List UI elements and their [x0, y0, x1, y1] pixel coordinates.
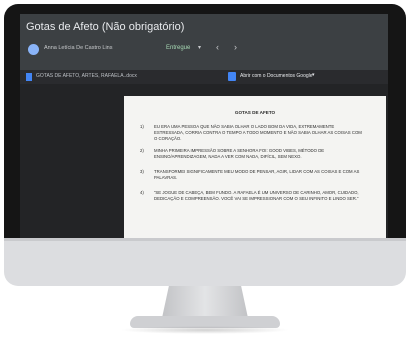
open-with-chevron-icon[interactable]: ▾ — [312, 72, 315, 78]
list-item-number: 3) — [140, 169, 144, 174]
list-item-text: “SE JOGUE DE CABEÇA, BEM FUNDO. A RAFAEL… — [154, 190, 359, 201]
screen: Gotas de Afeto (Não obrigatório) Anna Le… — [20, 14, 388, 240]
avatar — [28, 44, 39, 55]
monitor-bezel: Gotas de Afeto (Não obrigatório) Anna Le… — [4, 4, 406, 262]
next-student-button[interactable]: › — [234, 42, 237, 52]
list-item-number: 4) — [140, 190, 144, 195]
stand-shadow — [120, 326, 290, 334]
list-item: 2) MINHA PRIMEIRA IMPRESSÃO SOBRE A SENH… — [140, 148, 364, 160]
document-viewer: GOTAS DE AFETO 1) EU ERA UMA PESSOA QUE … — [20, 84, 388, 240]
list-item: 1) EU ERA UMA PESSOA QUE NÃO SABIA OLHAR… — [140, 124, 364, 142]
word-file-icon — [26, 73, 32, 81]
list-item-text: MINHA PRIMEIRA IMPRESSÃO SOBRE A SENHORA… — [154, 148, 325, 159]
chevron-down-icon[interactable]: ▾ — [198, 44, 201, 51]
monitor-chin — [4, 238, 406, 286]
list-item: 4) “SE JOGUE DE CABEÇA, BEM FUNDO. A RAF… — [140, 190, 364, 202]
google-docs-icon[interactable] — [228, 72, 236, 81]
list-item-number: 2) — [140, 148, 144, 153]
status-label: Entregue — [166, 45, 191, 51]
assignment-title: Gotas de Afeto (Não obrigatório) — [26, 21, 185, 33]
monitor-stand-neck — [162, 286, 248, 318]
list-item-text: EU ERA UMA PESSOA QUE NÃO SABIA OLHAR O … — [154, 124, 362, 141]
open-with-docs-button[interactable]: Abrir com o Documentos Google — [240, 73, 313, 79]
classroom-header: Gotas de Afeto (Não obrigatório) Anna Le… — [20, 14, 388, 70]
list-item-number: 1) — [140, 124, 144, 129]
file-name[interactable]: GOTAS DE AFETO, ARTES, RAFAELA..docx — [36, 73, 137, 79]
list-item-text: TRANSFORMEI SIGNIFICAMENTE MEU MODO DE P… — [154, 169, 360, 180]
file-bar: GOTAS DE AFETO, ARTES, RAFAELA..docx Abr… — [20, 70, 388, 84]
student-name[interactable]: Anna Letícia De Castro Lins — [44, 45, 112, 51]
list-item: 3) TRANSFORMEI SIGNIFICAMENTE MEU MODO D… — [140, 169, 364, 181]
previous-student-button[interactable]: ‹ — [216, 42, 219, 52]
document-page: GOTAS DE AFETO 1) EU ERA UMA PESSOA QUE … — [124, 96, 386, 240]
document-title: GOTAS DE AFETO — [234, 110, 276, 115]
